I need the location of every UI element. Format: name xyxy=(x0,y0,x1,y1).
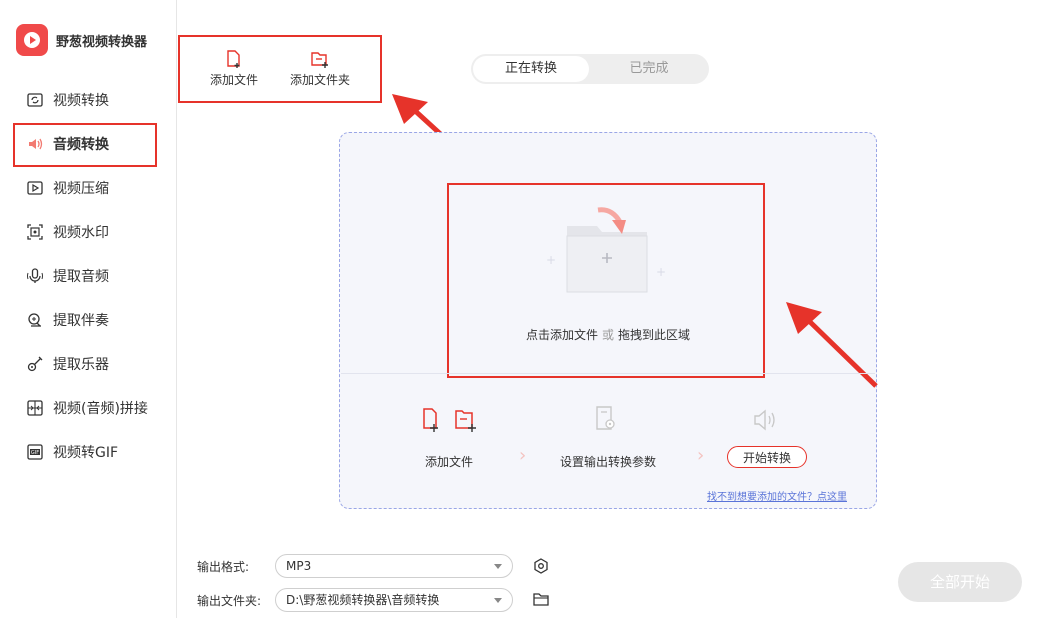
toolbar: 添加文件 添加文件夹 xyxy=(178,35,382,103)
sidebar: 野葱视频转换器 视频转换 音频转换 视频压缩 视频水印 提取音频 提取伴奏 提取… xyxy=(0,0,177,618)
drop-highlight-box xyxy=(447,183,765,378)
audio-convert-icon xyxy=(26,135,44,153)
sidebar-item-label: 音频转换 xyxy=(53,137,109,153)
step-chevron-icon: › xyxy=(697,445,705,466)
annotation-arrow-icon xyxy=(786,302,878,388)
video-convert-icon xyxy=(26,91,44,109)
output-format-label: 输出格式: xyxy=(197,560,250,574)
sidebar-nav: 视频转换 音频转换 视频压缩 视频水印 提取音频 提取伴奏 提取乐器 视频(音频… xyxy=(0,78,176,474)
tab-converting[interactable]: 正在转换 xyxy=(473,56,589,82)
app-logo: 野葱视频转换器 xyxy=(16,24,147,56)
add-folder-icon xyxy=(280,49,360,71)
sidebar-item-audio-convert[interactable]: 音频转换 xyxy=(0,122,176,167)
drop-hint-click: 点击添加文件 xyxy=(525,328,598,342)
svg-text:GIF: GIF xyxy=(31,450,39,456)
sidebar-item-video-convert[interactable]: 视频转换 xyxy=(0,78,176,122)
add-file-label: 添加文件 xyxy=(209,73,258,87)
sidebar-item-label: 视频(音频)拼接 xyxy=(53,401,148,417)
chevron-down-icon xyxy=(494,564,502,569)
sidebar-item-video-watermark[interactable]: 视频水印 xyxy=(0,210,176,254)
sidebar-item-video-compress[interactable]: 视频压缩 xyxy=(0,166,176,210)
open-folder-icon[interactable] xyxy=(532,590,550,608)
sidebar-item-label: 视频压缩 xyxy=(53,181,109,197)
app-title: 野葱视频转换器 xyxy=(56,34,148,50)
sidebar-item-merge[interactable]: 视频(音频)拼接 xyxy=(0,386,176,430)
sidebar-item-label: 视频转GIF xyxy=(53,445,119,461)
sidebar-item-label: 视频水印 xyxy=(53,225,109,241)
start-convert-button[interactable]: 开始转换 xyxy=(727,446,807,468)
add-file-icon xyxy=(194,49,274,71)
output-folder-label: 输出文件夹: xyxy=(197,594,262,608)
drop-hint-or: 或 xyxy=(601,328,614,342)
format-settings-icon[interactable] xyxy=(532,557,550,575)
tab-done[interactable]: 已完成 xyxy=(591,56,707,82)
step-set-params-label: 设置输出转换参数 xyxy=(559,455,656,469)
add-folder-label: 添加文件夹 xyxy=(289,73,350,87)
extract-audio-icon xyxy=(26,267,44,285)
start-all-button[interactable]: 全部开始 xyxy=(898,562,1022,602)
sidebar-item-gif[interactable]: GIF 视频转GIF xyxy=(0,430,176,474)
guitar-icon xyxy=(26,355,44,373)
step-add-file-icon xyxy=(423,408,476,432)
sidebar-item-label: 提取音频 xyxy=(53,269,109,285)
audio-start-icon xyxy=(754,409,775,431)
extract-accompaniment-icon xyxy=(26,311,44,329)
output-format-value: MP3 xyxy=(286,559,312,573)
video-compress-icon xyxy=(26,179,44,197)
drop-hint-drag: 拖拽到此区域 xyxy=(618,328,691,342)
step-add-file-label: 添加文件 xyxy=(424,455,473,469)
output-folder-value: D:\野葱视频转换器\音频转换 xyxy=(286,593,440,607)
output-format-select[interactable]: MP3 xyxy=(275,554,513,578)
help-link[interactable]: 找不到想要添加的文件？点这里 xyxy=(707,488,847,503)
sidebar-item-label: 提取乐器 xyxy=(53,357,109,373)
sidebar-item-label: 视频转换 xyxy=(53,93,109,109)
add-file-button[interactable]: 添加文件 xyxy=(194,49,274,88)
output-folder-select[interactable]: D:\野葱视频转换器\音频转换 xyxy=(275,588,513,612)
sidebar-item-label: 提取伴奏 xyxy=(53,313,109,329)
video-watermark-icon xyxy=(26,223,44,241)
sidebar-item-extract-accompaniment[interactable]: 提取伴奏 xyxy=(0,298,176,342)
app-logo-icon xyxy=(16,24,48,56)
add-folder-button[interactable]: 添加文件夹 xyxy=(280,49,360,88)
sidebar-item-extract-audio[interactable]: 提取音频 xyxy=(0,254,176,298)
dropzone-divider xyxy=(341,373,875,374)
step-chevron-icon: › xyxy=(519,445,527,466)
settings-doc-icon xyxy=(596,406,615,430)
sidebar-item-extract-instrument[interactable]: 提取乐器 xyxy=(0,342,176,386)
chevron-down-icon xyxy=(494,598,502,603)
merge-icon xyxy=(26,399,44,417)
gif-icon: GIF xyxy=(26,443,44,461)
status-tabs: 正在转换 已完成 xyxy=(471,54,709,84)
